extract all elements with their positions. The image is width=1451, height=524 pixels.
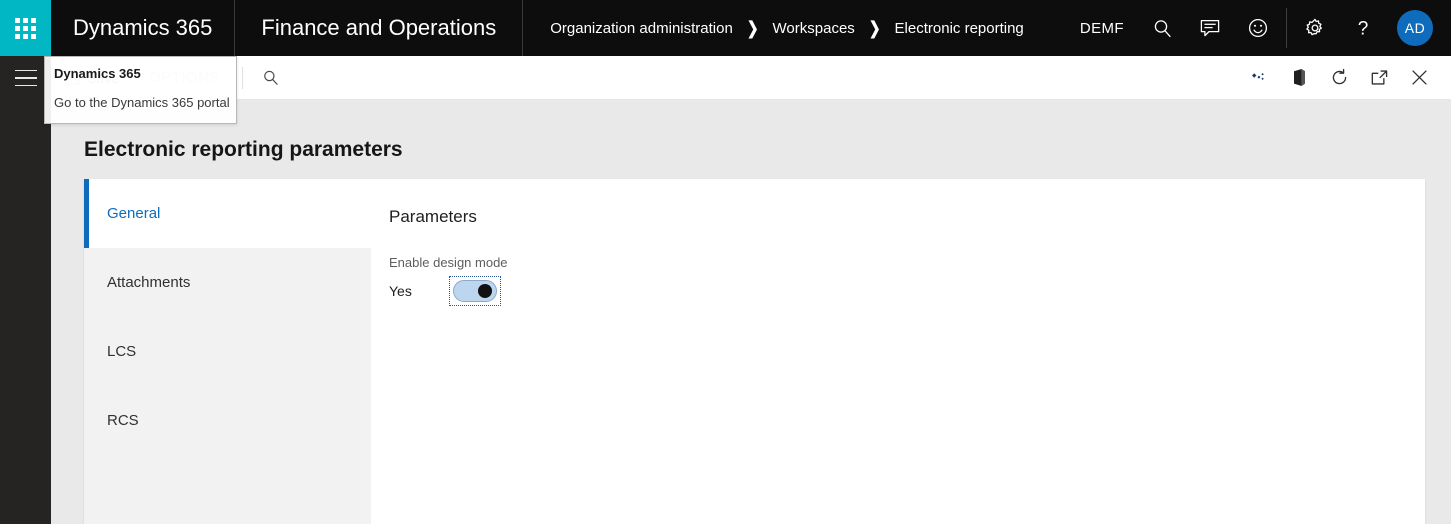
enable-design-mode-label: Enable design mode [389,255,508,270]
page-body: Electronic reporting parameters General … [51,100,1451,524]
tab-lcs[interactable]: LCS [84,317,371,386]
gear-icon[interactable] [1291,0,1339,56]
breadcrumb-item-electronic-reporting[interactable]: Electronic reporting [893,20,1026,37]
tooltip-title: Dynamics 365 [54,66,141,81]
topbar-divider [1286,8,1287,48]
enable-design-mode-row: Yes [389,276,1425,306]
open-in-new-window-icon[interactable] [1359,56,1399,100]
app-launcher-button[interactable] [0,0,51,56]
toggle-track [453,280,497,302]
tab-panel-general: Parameters Enable design mode Yes [371,179,1425,524]
tooltip-body: Go to the Dynamics 365 portal [54,95,230,110]
breadcrumb-item-workspaces[interactable]: Workspaces [771,20,857,37]
chevron-right-icon: ❯ [868,17,881,38]
avatar[interactable]: AD [1397,10,1433,46]
tab-rcs[interactable]: RCS [84,386,371,455]
module-name-finance-and-operations[interactable]: Finance and Operations [235,0,524,56]
command-bar-right-actions [1239,56,1451,100]
svg-text:?: ? [1358,19,1369,40]
top-navigation-bar: Dynamics 365 Finance and Operations Orga… [0,0,1451,56]
search-icon[interactable] [249,56,293,100]
chevron-right-icon: ❯ [746,17,759,38]
enable-design-mode-toggle[interactable] [449,276,501,306]
search-icon[interactable] [1138,0,1186,56]
personalize-icon[interactable] [1239,56,1279,100]
command-bar-divider [241,66,243,89]
chat-bubble-icon[interactable] [1186,0,1234,56]
section-title-parameters: Parameters [389,207,477,226]
topbar-actions: DEMF ? AD [1066,0,1451,56]
close-icon[interactable] [1399,56,1439,100]
attach-office-icon[interactable] [1279,56,1319,100]
left-navigation-rail [0,56,51,524]
tab-general[interactable]: General [84,179,371,248]
tab-list: General Attachments LCS RCS [84,179,371,524]
enable-design-mode-value: Yes [389,283,412,299]
question-mark-icon[interactable]: ? [1339,0,1387,56]
breadcrumb-item-organization-administration[interactable]: Organization administration [548,20,735,37]
breadcrumb: Organization administration ❯ Workspaces… [523,0,1026,56]
tab-general-label: General [107,205,161,222]
tab-attachments-label: Attachments [107,274,191,291]
app-root: Dynamics 365 Finance and Operations Orga… [0,0,1451,524]
parameters-panel: General Attachments LCS RCS Parameters E… [84,179,1425,524]
page-title: Electronic reporting parameters [84,138,403,161]
legal-entity-selector[interactable]: DEMF [1066,20,1138,37]
tooltip-dynamics-365-portal: Dynamics 365 Go to the Dynamics 365 port… [44,56,237,124]
smiley-face-icon[interactable] [1234,0,1282,56]
brand-dynamics-365[interactable]: Dynamics 365 [51,0,236,56]
tab-rcs-label: RCS [107,412,139,429]
waffle-grid-icon [15,17,36,39]
tab-lcs-label: LCS [107,343,137,360]
refresh-icon[interactable] [1319,56,1359,100]
tab-attachments[interactable]: Attachments [84,248,371,317]
toggle-knob [478,284,492,298]
command-bar: Save OPTIONS [51,56,1451,100]
